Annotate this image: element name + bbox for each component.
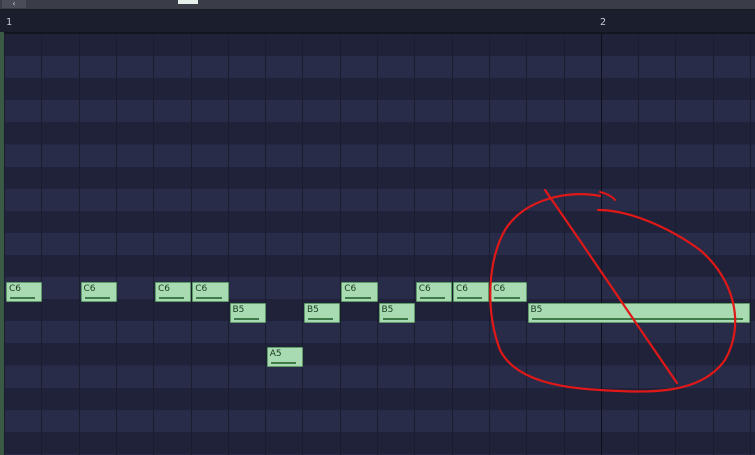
note-label: C6 [158, 284, 171, 294]
note-c6[interactable]: C6 [490, 282, 527, 302]
note-b5[interactable]: B5 [527, 303, 750, 323]
note-a5[interactable]: A5 [266, 347, 303, 367]
beat-line [339, 34, 341, 455]
note-label: C6 [9, 284, 22, 294]
note-c6[interactable]: C6 [341, 282, 378, 302]
toolbar: ‹ [0, 0, 755, 10]
bar-number-1: 1 [6, 17, 13, 28]
note-label: A5 [269, 349, 282, 359]
horizontal-scroll-handle[interactable] [178, 0, 198, 4]
note-velocity-bar [84, 297, 110, 299]
note-velocity-bar [382, 318, 408, 320]
note-c6[interactable]: C6 [6, 282, 43, 302]
beat-line [488, 34, 490, 455]
beat-line [190, 34, 192, 455]
note-velocity-bar [196, 297, 222, 299]
bar-line [600, 34, 602, 455]
note-label: C6 [418, 284, 431, 294]
note-velocity-bar [457, 297, 483, 299]
beat-line [638, 34, 640, 455]
beat-line [675, 34, 677, 455]
note-label: B5 [232, 305, 245, 315]
note-c6[interactable]: C6 [155, 282, 192, 302]
bar-number-2: 2 [600, 17, 607, 28]
beat-line [377, 34, 378, 455]
beat-line [712, 34, 714, 455]
note-c6[interactable]: C6 [453, 282, 490, 302]
note-c6[interactable]: C6 [192, 282, 229, 302]
note-label: C6 [195, 284, 208, 294]
note-velocity-bar [531, 318, 743, 320]
note-label: B5 [307, 305, 319, 315]
beat-line [153, 34, 155, 455]
beat-line [115, 34, 117, 455]
note-velocity-bar [159, 297, 185, 299]
note-label: B5 [530, 305, 543, 315]
beat-line [750, 34, 751, 455]
note-b5[interactable]: B5 [229, 303, 266, 323]
beat-line [451, 34, 453, 455]
piano-roll-grid[interactable]: C6 C6 C6 C6 B5 A5 B5 C6 B5 C6 C6 C6 B5 [4, 34, 755, 455]
beat-line [265, 34, 267, 455]
note-velocity-bar [494, 297, 520, 299]
note-label: C6 [493, 284, 506, 294]
note-b5[interactable]: B5 [378, 303, 415, 323]
note-c6[interactable]: C6 [80, 282, 117, 302]
beat-line [414, 34, 416, 455]
note-velocity-bar [10, 297, 36, 299]
beat-line [4, 34, 5, 455]
note-velocity-bar [345, 297, 371, 299]
note-label: B5 [381, 305, 394, 315]
beat-line [526, 34, 528, 455]
note-label: C6 [344, 284, 357, 294]
beat-line [41, 34, 43, 455]
note-velocity-bar [419, 297, 445, 299]
beat-line [302, 34, 304, 455]
beat-line [78, 34, 80, 455]
timeline-ruler[interactable]: 1 2 [0, 10, 755, 34]
note-label: C6 [83, 284, 96, 294]
note-velocity-bar [308, 318, 334, 320]
note-b5[interactable]: B5 [304, 303, 341, 323]
note-label: C6 [456, 284, 469, 294]
beat-line [563, 34, 565, 455]
note-velocity-bar [233, 318, 259, 320]
note-velocity-bar [270, 362, 296, 364]
menu-arrow-icon[interactable]: ‹ [2, 0, 26, 8]
beat-line [227, 34, 229, 455]
note-c6[interactable]: C6 [415, 282, 452, 302]
